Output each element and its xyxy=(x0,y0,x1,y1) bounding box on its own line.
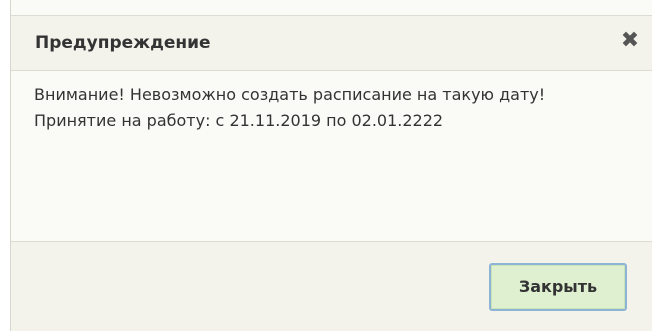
dialog-footer: Закрыть xyxy=(11,241,652,331)
dialog-header: Предупреждение ✖ xyxy=(11,15,652,71)
warning-message: Внимание! Невозможно создать расписание … xyxy=(34,85,546,104)
dialog-title: Предупреждение xyxy=(35,33,211,53)
close-button[interactable]: Закрыть xyxy=(489,263,627,311)
close-icon[interactable]: ✖ xyxy=(619,28,641,54)
warning-dialog: Предупреждение ✖ Внимание! Невозможно со… xyxy=(10,0,652,331)
dialog-body: Внимание! Невозможно создать расписание … xyxy=(11,71,652,241)
employment-period-text: Принятие на работу: с 21.11.2019 по 02.0… xyxy=(34,111,444,130)
